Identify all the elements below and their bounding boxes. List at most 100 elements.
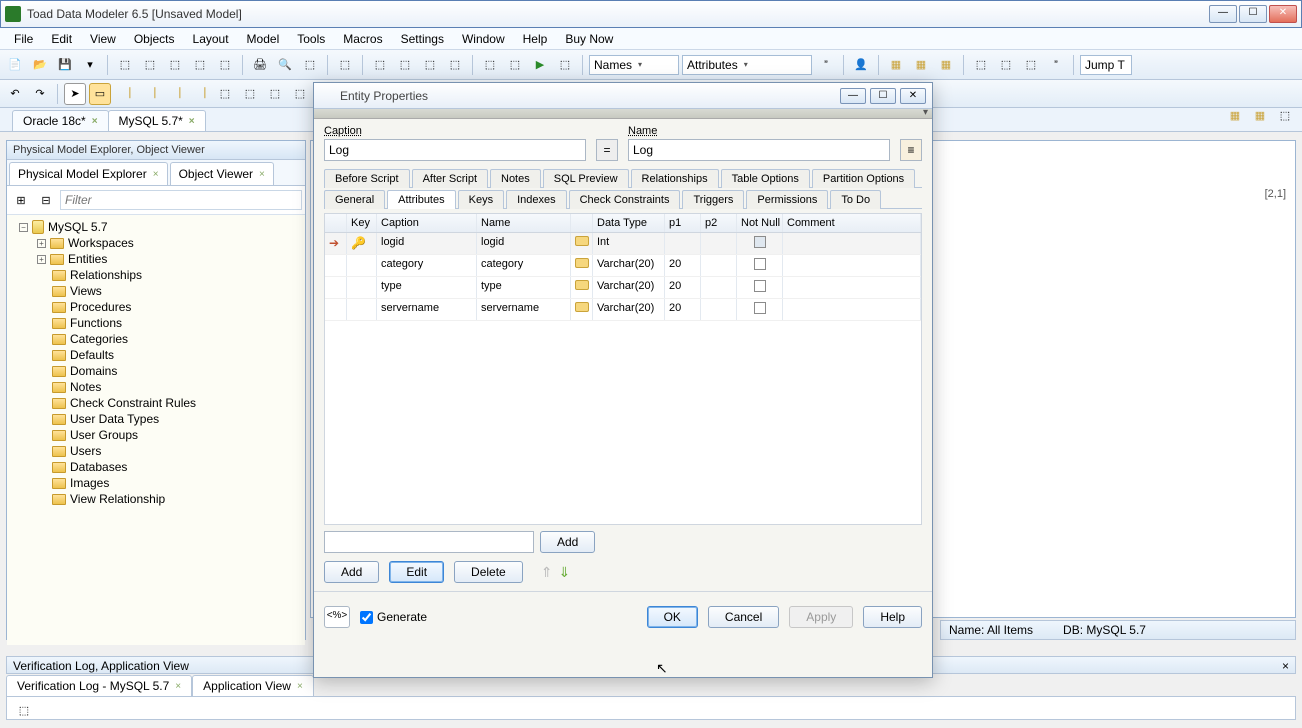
collapse-icon[interactable]: ⊟ (35, 189, 57, 211)
cancel-button[interactable]: Cancel (708, 606, 779, 628)
name-options-button[interactable]: ≡ (900, 139, 922, 161)
maximize-button[interactable]: ☐ (870, 88, 896, 104)
help-button[interactable]: Help (863, 606, 922, 628)
tab-before-script[interactable]: Before Script (324, 169, 410, 188)
dialog-titlebar[interactable]: Entity Properties — ☐ ✕ (314, 83, 932, 109)
zoom-icon[interactable]: 🔍 (274, 54, 296, 76)
doc-tab-oracle[interactable]: Oracle 18c*× (12, 110, 109, 131)
entity-icon[interactable]: ▭ (89, 83, 111, 105)
grid-row[interactable]: servernameservernameVarchar(20)20 (325, 299, 921, 321)
tool-icon[interactable]: ⬚ (419, 54, 441, 76)
tool-icon[interactable]: ⬚ (214, 83, 236, 105)
relation-icon[interactable]: ⎹ (164, 83, 186, 105)
tree-item[interactable]: View Relationship (11, 491, 301, 507)
minimize-button[interactable]: — (1209, 5, 1237, 23)
menu-buynow[interactable]: Buy Now (557, 30, 621, 48)
tab-partition-options[interactable]: Partition Options (812, 169, 915, 188)
ok-button[interactable]: OK (647, 606, 698, 628)
generate-checkbox[interactable]: Generate (360, 610, 427, 624)
user-icon[interactable]: 👤 (850, 54, 872, 76)
jump-combo[interactable]: Jump T (1080, 55, 1132, 75)
open-icon[interactable]: 📂 (29, 54, 51, 76)
tab-permissions[interactable]: Permissions (746, 190, 828, 209)
overflow-icon[interactable]: ” (1045, 54, 1067, 76)
tree-item[interactable]: +Entities (11, 251, 301, 267)
tab-verification-log[interactable]: Verification Log - MySQL 5.7× (6, 675, 192, 697)
tool-icon[interactable]: ⬚ (214, 54, 236, 76)
menu-objects[interactable]: Objects (126, 30, 183, 48)
add-button[interactable]: Add (324, 561, 379, 583)
tool-icon[interactable]: ⬚ (444, 54, 466, 76)
tool-icon[interactable]: ▦ (885, 54, 907, 76)
pointer-icon[interactable]: ➤ (64, 83, 86, 105)
tree-item[interactable]: Databases (11, 459, 301, 475)
tab-object-viewer[interactable]: Object Viewer× (170, 162, 274, 185)
caption-input[interactable] (324, 139, 586, 161)
tree-item[interactable]: User Groups (11, 427, 301, 443)
tree-item[interactable]: Notes (11, 379, 301, 395)
tool-icon[interactable]: ⬚ (114, 54, 136, 76)
delete-button[interactable]: Delete (454, 561, 523, 583)
save-icon[interactable]: 💾 (54, 54, 76, 76)
close-icon[interactable]: × (189, 116, 195, 127)
doc-tab-mysql[interactable]: MySQL 5.7*× (108, 110, 206, 131)
menu-macros[interactable]: Macros (335, 30, 390, 48)
add-inline-button[interactable]: Add (540, 531, 595, 553)
tool-icon[interactable]: ⬚ (13, 699, 35, 721)
close-button[interactable]: ✕ (900, 88, 926, 104)
tool-icon[interactable]: ⬚ (289, 83, 311, 105)
notnull-checkbox[interactable] (754, 302, 766, 314)
code-button[interactable]: <%> (324, 606, 350, 628)
tool-icon[interactable]: ⬚ (1020, 54, 1042, 76)
tab-todo[interactable]: To Do (830, 190, 881, 209)
tool-icon[interactable]: ▦ (935, 54, 957, 76)
menu-file[interactable]: File (6, 30, 41, 48)
notnull-checkbox[interactable] (754, 236, 766, 248)
undo-icon[interactable]: ↶ (4, 83, 26, 105)
tree-item[interactable]: Relationships (11, 267, 301, 283)
menu-edit[interactable]: Edit (43, 30, 80, 48)
attributes-combo[interactable]: Attributes▾ (682, 55, 812, 75)
apply-button[interactable]: Apply (789, 606, 853, 628)
menu-view[interactable]: View (82, 30, 124, 48)
tool-icon[interactable]: ⬚ (995, 54, 1017, 76)
redo-icon[interactable]: ↷ (29, 83, 51, 105)
relation-icon[interactable]: ⎹ (139, 83, 161, 105)
tree-item[interactable]: User Data Types (11, 411, 301, 427)
tool-icon[interactable]: ▦ (1224, 104, 1246, 126)
tab-attributes[interactable]: Attributes (387, 190, 455, 209)
close-icon[interactable]: × (1282, 659, 1289, 671)
close-button[interactable]: ✕ (1269, 5, 1297, 23)
tool-icon[interactable]: ⬚ (369, 54, 391, 76)
close-icon[interactable]: × (297, 681, 303, 692)
relation-icon[interactable]: ⎹ (114, 83, 136, 105)
tool-icon[interactable]: ⬚ (1274, 104, 1296, 126)
sync-names-button[interactable]: = (596, 139, 618, 161)
tree-item[interactable]: Images (11, 475, 301, 491)
menu-layout[interactable]: Layout (185, 30, 237, 48)
tree-item[interactable]: Domains (11, 363, 301, 379)
new-icon[interactable]: 📄 (4, 54, 26, 76)
close-icon[interactable]: × (92, 116, 98, 127)
name-input[interactable] (628, 139, 890, 161)
notnull-checkbox[interactable] (754, 258, 766, 270)
tab-table-options[interactable]: Table Options (721, 169, 810, 188)
tab-general[interactable]: General (324, 190, 385, 209)
close-icon[interactable]: × (175, 681, 181, 692)
dialog-grip[interactable] (314, 109, 932, 119)
tab-notes[interactable]: Notes (490, 169, 541, 188)
menu-window[interactable]: Window (454, 30, 513, 48)
tool-icon[interactable]: ▦ (910, 54, 932, 76)
tab-sql-preview[interactable]: SQL Preview (543, 169, 629, 188)
new-attribute-input[interactable] (324, 531, 534, 553)
tool-icon[interactable]: ⬚ (970, 54, 992, 76)
tree-item[interactable]: Functions (11, 315, 301, 331)
minimize-button[interactable]: — (840, 88, 866, 104)
grid-row[interactable]: ➔🔑logidlogidInt (325, 233, 921, 255)
tree-item[interactable]: Users (11, 443, 301, 459)
tool-icon[interactable]: ⬚ (239, 83, 261, 105)
print-icon[interactable]: 🖨 (249, 54, 271, 76)
filter-input[interactable] (60, 190, 302, 210)
tree-item[interactable]: Check Constraint Rules (11, 395, 301, 411)
tab-keys[interactable]: Keys (458, 190, 504, 209)
